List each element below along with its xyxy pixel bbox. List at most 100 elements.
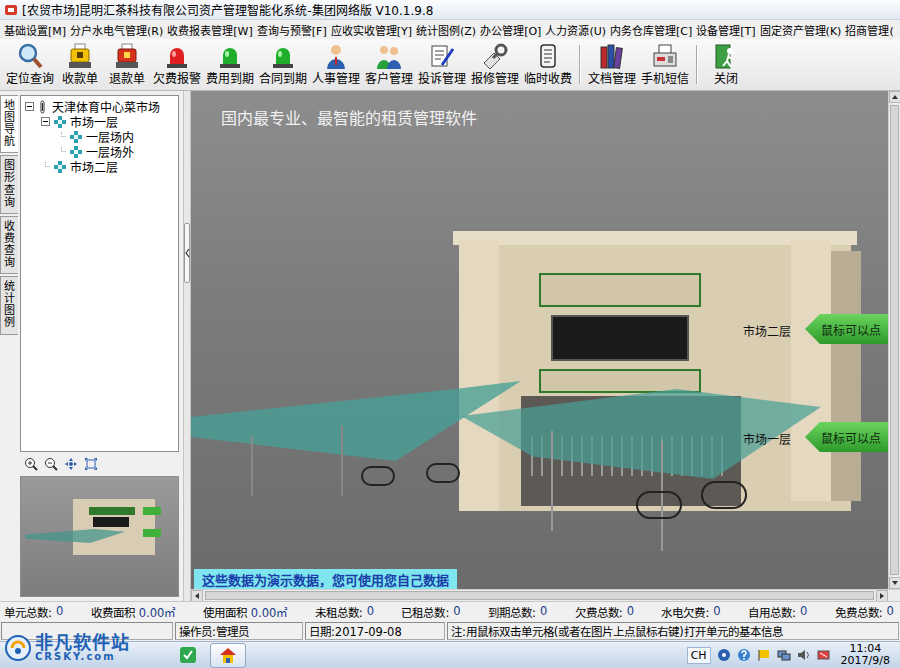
document-pen-part [428, 42, 456, 70]
side-tab[interactable]: 地图导航 [0, 95, 18, 153]
side-tab[interactable]: 收费查询 [0, 216, 18, 274]
menu-item[interactable]: 招商管理( [843, 22, 895, 38]
menu-item[interactable]: 办公管理[O] [478, 22, 543, 38]
map-thumbnail[interactable] [20, 476, 179, 597]
stat-item: 欠费总数:0 [575, 604, 634, 620]
network-part [777, 648, 791, 662]
floor-part-part [54, 165, 66, 169]
menu-item[interactable]: 内务仓库管理[C] [608, 22, 694, 38]
expand-box-part-part [43, 121, 48, 122]
stat-item: 水电欠费:0 [661, 604, 720, 620]
watermark-logo-part [4, 634, 32, 662]
toolbar-button[interactable]: 客户管理 [363, 41, 415, 88]
splitter-handle[interactable] [184, 223, 190, 283]
floor-link[interactable]: 鼠标可以点 [805, 314, 888, 344]
floor-part-part [70, 135, 82, 139]
side-tab[interactable]: 图形查询 [0, 155, 18, 213]
document-pen-part-part [435, 51, 444, 52]
side-tab-label: 地图导航 [4, 100, 15, 148]
toolbar-button[interactable]: 欠费报警 [151, 41, 203, 88]
watermark-logo-part-part [12, 642, 24, 648]
person-part [322, 42, 350, 70]
status-text: 日期:2017-09-08 [309, 623, 402, 639]
repair-part-part [493, 54, 497, 58]
side-tab-label: 收费查询 [4, 221, 15, 269]
toolbar-button[interactable]: 合同到期 [257, 41, 309, 88]
toolbar-button[interactable]: 退款单 [104, 41, 150, 88]
floor-part-part [70, 150, 82, 154]
arrow-left-part-part [195, 593, 199, 599]
menu-item[interactable]: 分户水电气管理(R) [68, 22, 165, 38]
floor-link[interactable]: 鼠标可以点 [805, 422, 888, 452]
document-pen-part-part [435, 55, 444, 56]
scroll-thumb[interactable] [890, 105, 899, 575]
stat-value: 0 [800, 604, 807, 620]
menu-item[interactable]: 应收实收管理[Y] [329, 22, 414, 38]
menu-item[interactable]: 设备管理[T] [694, 22, 757, 38]
taskbar-app[interactable] [210, 643, 246, 668]
scroll-down-button[interactable] [889, 577, 900, 589]
tree-label: 一层场内 [86, 128, 134, 145]
scroll-part-part [544, 58, 552, 59]
arrow-up-part [891, 94, 899, 100]
toolbar-button[interactable]: 报修管理 [469, 41, 521, 88]
floor-part [69, 130, 83, 144]
arrow-left-icon [194, 592, 200, 600]
stat-value: 0 [887, 604, 894, 620]
vertical-scrollbar[interactable] [888, 91, 900, 589]
stat-label: 已租总数: [401, 604, 449, 620]
toolbar-button[interactable]: 临时收费 [522, 41, 574, 88]
refund-part [113, 42, 141, 70]
tree-view: 天津体育中心菜市场市场一层一层场内一层场外市场二层 [20, 95, 179, 452]
menu-item[interactable]: 人力资源(U) [543, 22, 608, 38]
tree-node[interactable]: 市场二层 [23, 159, 176, 174]
stat-item: 单元总数:0 [4, 604, 63, 620]
horizontal-scrollbar[interactable] [191, 589, 900, 601]
left-panel: 地图导航图形查询收费查询统计图例天津体育中心菜市场市场一层一层场内一层场外市场二… [0, 91, 183, 601]
tree-node[interactable]: 天津体育中心菜市场 [23, 99, 176, 114]
floor-icon [69, 145, 83, 159]
menu-item[interactable]: 固定资产管理(K) [758, 22, 844, 38]
language-indicator[interactable]: CH [687, 647, 711, 664]
clock[interactable]: 11:042017/9/8 [837, 643, 894, 667]
toolbar-button[interactable]: 费用到期 [204, 41, 256, 88]
toolbar-button[interactable]: 定位查询 [4, 41, 56, 88]
taskbar-app[interactable] [170, 643, 206, 668]
toolbar-button[interactable]: 收款单 [57, 41, 103, 88]
system-tray: CH 11:042017/9/8 [687, 642, 894, 668]
toolbar-button[interactable]: 投诉管理 [416, 41, 468, 88]
menu-item[interactable]: 基础设置[M] [2, 22, 68, 38]
toolbar-button[interactable]: 关闭 [703, 41, 749, 88]
splitter[interactable] [183, 91, 191, 601]
side-tab[interactable]: 统计图例 [0, 276, 18, 334]
tree-node[interactable]: 一层场内 [23, 129, 176, 144]
house-part-part [226, 658, 230, 663]
alarm-light-part-part [167, 64, 187, 68]
house-part [218, 645, 238, 665]
toolbar-button[interactable]: 手机短信 [639, 41, 691, 88]
floor-label[interactable]: 市场二层 [743, 322, 791, 339]
status-text: 操作员:管理员 [179, 623, 249, 639]
people-icon [375, 42, 403, 70]
receipt-part [66, 42, 94, 70]
toolbar-label: 报修管理 [471, 72, 519, 86]
menu-item[interactable]: 收费报表管理[W] [165, 22, 254, 38]
scene-3d[interactable]: 国内最专业、最智能的租赁管理软件市场二层鼠标可以点市场一层鼠标可以点这些数据为演… [191, 91, 888, 589]
tree-node[interactable]: 市场一层 [23, 114, 176, 129]
toolbar-button[interactable]: 人事管理 [310, 41, 362, 88]
floor-part-part [74, 150, 78, 154]
menu-item[interactable]: 查询与预警[F] [255, 22, 329, 38]
menu-item[interactable]: 统计图例(Z) [414, 22, 478, 38]
scroll-up-button[interactable] [889, 91, 900, 103]
tree-node[interactable]: 一层场外 [23, 144, 176, 159]
expand-box-part-part [27, 106, 32, 107]
network-part-part [782, 654, 790, 660]
app-part-part [5, 5, 17, 15]
alarm-light-part [163, 42, 191, 70]
stat-item: 使用面积0.00㎡ [203, 604, 288, 620]
search-part-part [34, 59, 41, 67]
scroll-thumb[interactable] [205, 591, 874, 600]
floor-label[interactable]: 市场一层 [743, 430, 791, 447]
toolbar-button[interactable]: 文档管理 [586, 41, 638, 88]
zoom-out-part-part [48, 463, 52, 464]
